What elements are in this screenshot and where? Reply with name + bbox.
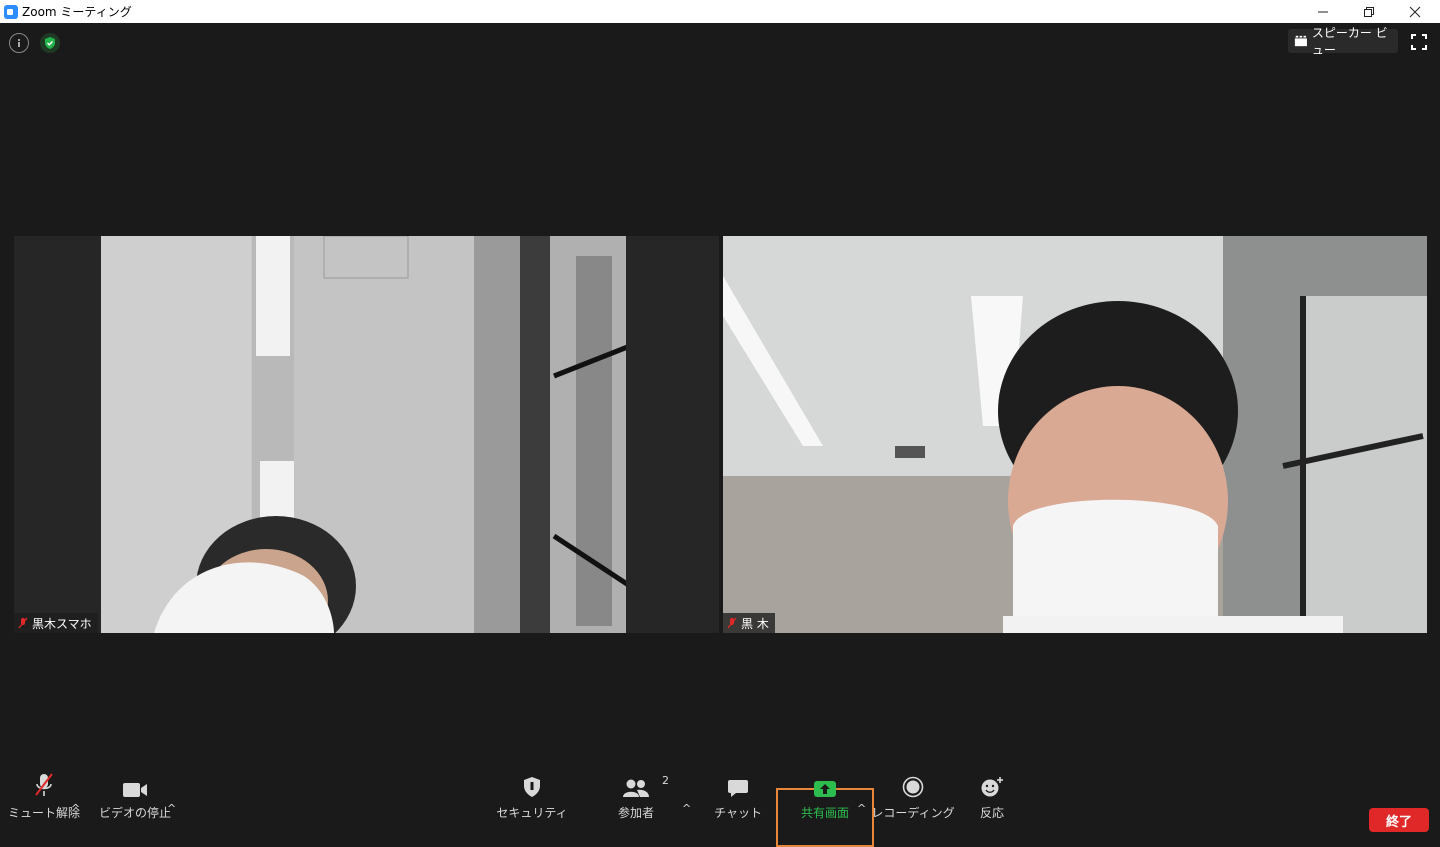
minimize-button[interactable] [1300,0,1346,23]
chat-label: チャット [714,806,762,820]
restore-button[interactable] [1346,0,1392,23]
meeting-info-icon[interactable] [9,33,29,53]
unmute-button[interactable]: ミュート解除 [8,766,81,846]
reaction-smiley-icon [981,777,1003,797]
reactions-button[interactable]: 反応 [972,766,1012,846]
mic-muted-icon [35,773,53,796]
zoom-app-icon [4,4,18,19]
record-icon [902,776,924,798]
restore-icon [1364,6,1374,17]
participants-options-chevron-icon[interactable]: ^ [682,802,691,815]
participant-name: 黒木スマホ [32,616,92,631]
share-options-chevron-icon[interactable]: ^ [857,802,866,815]
participant-video-feed [14,236,719,633]
participant-video-tile[interactable]: 黒 木 [723,236,1427,633]
share-screen-button[interactable]: 共有画面 [796,766,854,846]
speaker-view-icon [1294,35,1307,47]
participants-count: 2 [662,774,669,787]
unmute-label: ミュート解除 [8,806,81,820]
title-bar: Zoom ミーティング [0,0,1440,23]
video-camera-icon [123,783,147,797]
share-screen-icon [814,781,836,797]
participants-label: 参加者 [617,806,654,820]
close-button[interactable] [1392,0,1438,23]
speaker-view-button[interactable]: スピーカー ビュー [1288,26,1398,57]
encryption-shield-icon[interactable] [40,33,60,53]
stop-video-button[interactable]: ビデオの停止 [99,766,172,846]
audio-options-chevron-icon[interactable]: ^ [71,802,80,815]
share-screen-label: 共有画面 [800,806,849,820]
record-label: レコーディング [871,806,955,820]
fullscreen-icon [1411,34,1427,50]
participant-name-tag: 黒木スマホ [14,613,98,633]
participants-icon [623,779,649,797]
security-label: セキュリティ [496,806,568,820]
mic-muted-icon [727,617,737,629]
mic-muted-icon [18,617,28,629]
participant-name: 黒 木 [741,616,769,631]
close-icon [1409,6,1421,17]
end-meeting-button[interactable]: 終了 [1369,808,1429,832]
participant-video-tile[interactable]: 黒木スマホ [14,236,719,633]
reactions-label: 反応 [979,806,1004,820]
window-title: Zoom ミーティング [22,5,132,19]
record-button[interactable]: レコーディング [871,766,955,846]
security-button[interactable]: セキュリティ [496,766,568,846]
fullscreen-button[interactable] [1410,33,1428,51]
stop-video-label: ビデオの停止 [99,806,172,820]
security-shield-icon [524,777,540,797]
meeting-stage: スピーカー ビュー 黒木スマホ 黒 木 [0,23,1440,847]
participant-name-tag: 黒 木 [723,613,775,633]
speaker-view-label: スピーカー ビュー [1311,26,1388,57]
chat-bubble-icon [728,780,748,797]
video-options-chevron-icon[interactable]: ^ [167,802,176,815]
participants-button[interactable]: 2 参加者 [610,766,669,846]
chat-button[interactable]: チャット [714,766,762,846]
minimize-icon [1318,11,1328,12]
participant-video-feed [723,236,1427,633]
meeting-toolbar: ミュート解除 ^ ビデオの停止 ^ セキュリティ 2 参加者 ^ チャット 共有… [0,766,1440,847]
